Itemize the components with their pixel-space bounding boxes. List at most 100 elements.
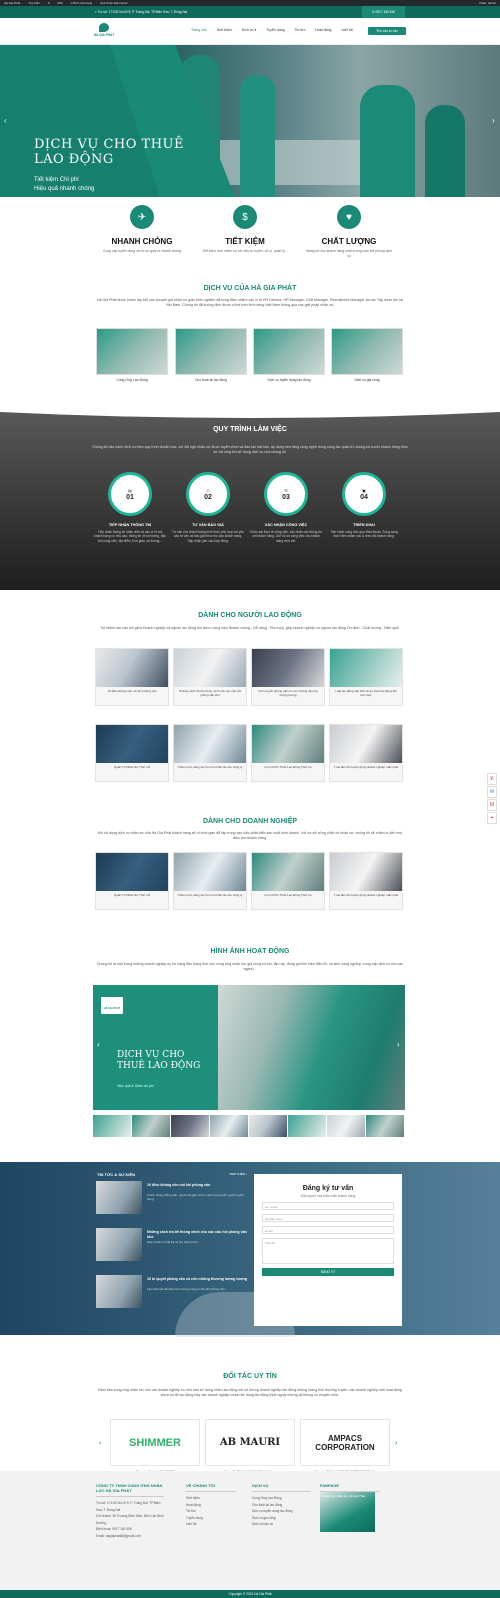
- chevron-right-icon[interactable]: ›: [397, 1040, 400, 1049]
- subject-field[interactable]: Tiêu đề: [262, 1238, 394, 1264]
- phone-icon[interactable]: ✆: [487, 773, 497, 785]
- footer-branch: Chi nhánh: 36 Trường Đình Kinh, Bến Cát,…: [96, 1514, 164, 1525]
- nav-item-news[interactable]: Tin tức: [290, 28, 311, 32]
- admin-item[interactable]: 0: [48, 1, 50, 5]
- partner-shimmer[interactable]: SHIMMER Công ty cổ phần SHIMMER: [110, 1419, 200, 1474]
- site-footer: CÔNG TY TNHH CUNG ỨNG NHÂN LỰC HÀ GIA PH…: [0, 1471, 500, 1590]
- process-top-wave: [0, 408, 500, 418]
- map-icon[interactable]: ⌖: [487, 812, 497, 824]
- article-card[interactable]: Quản Trị Nhân Sự Thời 4.0: [95, 724, 169, 782]
- admin-item[interactable]: Chỉnh sửa trang: [71, 1, 93, 5]
- article-card[interactable]: 7 sai lầm khi tuyển dụng doanh nghiệp mắ…: [329, 724, 403, 782]
- news-more-link[interactable]: XEM THÊM ›: [229, 1172, 247, 1177]
- admin-item[interactable]: Mới: [58, 1, 63, 5]
- process-section: QUY TRÌNH LÀM VIỆC Chúng tôi vận hành dị…: [0, 408, 500, 590]
- submit-button[interactable]: ĐĂNG KÝ: [262, 1268, 394, 1276]
- article-card[interactable]: 10 điều không nên nói khi phỏng vấn: [95, 648, 169, 706]
- name-field[interactable]: Họ và tên: [262, 1202, 394, 1210]
- article-card[interactable]: Chiến lược sáng tạo thu hút nhân tài cho…: [173, 852, 247, 910]
- messenger-icon[interactable]: ✉: [487, 786, 497, 798]
- article-title: Quản Trị Nhân Sự Thời 4.0: [113, 893, 151, 897]
- footer-about: VỀ CHÚNG TÔI Giới thiệu Hoạt động Tin tứ…: [186, 1483, 236, 1528]
- partner-abmauri[interactable]: AB MAURI Công Ty TNHH AB MAURI Việt Nam: [205, 1419, 295, 1474]
- nav-item-services[interactable]: Dịch vụ ▾: [237, 28, 261, 32]
- article-title: Quản Trị Nhân Sự Thời 4.0: [113, 765, 151, 769]
- workers-intro: Sứ Mệnh lao cầu nối giữa Doanh nghiệp và…: [100, 626, 400, 630]
- service-card[interactable]: Dịch vụ tuyển dụng lao động: [253, 328, 325, 382]
- email-field[interactable]: Email: [262, 1226, 394, 1234]
- step-number: 02: [204, 493, 212, 501]
- news-title[interactable]: 10 điều không nên nói khi phỏng vấn: [147, 1183, 247, 1188]
- admin-greeting[interactable]: Chào, admin: [479, 1, 496, 5]
- chevron-left-icon[interactable]: ‹: [97, 1040, 100, 1049]
- partner-ampacs[interactable]: AMPACS CORPORATION Công ty TNHH AMPACS I…: [300, 1419, 390, 1474]
- admin-item[interactable]: Tùy biến: [28, 1, 40, 5]
- footer-link[interactable]: Dịch vụ bảo vệ: [252, 1521, 310, 1528]
- gallery-thumb[interactable]: [288, 1115, 326, 1137]
- footer-company: CÔNG TY TNHH CUNG ỨNG NHÂN LỰC HÀ GIA PH…: [96, 1483, 164, 1539]
- nav-item-about[interactable]: Giới thiệu: [212, 28, 237, 32]
- news-item[interactable]: 10 bí quyết phỏng vấn có nên những thươn…: [96, 1275, 248, 1308]
- feature-title: NHANH CHÓNG: [111, 237, 173, 246]
- service-card[interactable]: Cho thuê lại lao động: [175, 328, 247, 382]
- hero-subtitle-line: Hiệu quả nhanh chóng: [34, 186, 95, 192]
- footer-email[interactable]: Email: hagiaphat68@gmail.com: [96, 1533, 164, 1540]
- nav-item-home[interactable]: Trang chủ: [186, 28, 212, 32]
- article-image: [96, 725, 168, 763]
- service-card[interactable]: Cung Ứng Lao Động: [96, 328, 168, 382]
- chevron-left-icon[interactable]: ‹: [99, 1440, 101, 1447]
- news-item[interactable]: 10 điều không nên nói khi phỏng vấn Chín…: [96, 1181, 248, 1214]
- article-card[interactable]: Luật lao động cần biết về an toàn lao độ…: [329, 648, 403, 706]
- article-card[interactable]: Chiến lược sáng tạo thu hút nhân tài cho…: [173, 724, 247, 782]
- step-text: Tư vấn cho khách hàng hình thức phù hợp …: [172, 530, 244, 543]
- article-card[interactable]: Lợi ích Khi Thuê Lao Động Thời Vụ: [251, 724, 325, 782]
- partner-logo: AMPACS CORPORATION: [300, 1419, 390, 1466]
- article-card[interactable]: 7 sai lầm khi tuyển dụng doanh nghiệp mắ…: [329, 852, 403, 910]
- admin-item[interactable]: Hà Gia Phát: [4, 1, 20, 5]
- nav-item-recruitment[interactable]: Tuyển dụng: [261, 28, 289, 32]
- article-image: [96, 853, 168, 891]
- feature-text: Mang tới cho khách hàng chất lượng cam k…: [306, 249, 392, 258]
- news-title[interactable]: 10 bí quyết phỏng vấn có nên những thươn…: [147, 1277, 247, 1282]
- chevron-left-icon[interactable]: ‹: [4, 116, 7, 125]
- chevron-right-icon[interactable]: ›: [492, 116, 495, 125]
- admin-item[interactable]: Giới thiệu Elementor: [100, 1, 127, 5]
- gallery-thumb[interactable]: [93, 1115, 131, 1137]
- feature-quality: ♥ CHẤT LƯỢNG Mang tới cho khách hàng chấ…: [304, 205, 394, 258]
- service-card[interactable]: Dịch vụ gia công: [331, 328, 403, 382]
- step-title: TƯ VẤN BÁO GIÁ: [192, 523, 224, 527]
- article-image: [252, 725, 324, 763]
- gallery-thumb[interactable]: [171, 1115, 209, 1137]
- article-title: Chiến lược sáng tạo thu hút nhân tài cho…: [177, 893, 243, 897]
- nav-item-contact[interactable]: Liên hệ: [336, 28, 357, 32]
- article-card[interactable]: 10 bí quyết phỏng vấn có nên những thươn…: [251, 648, 325, 706]
- article-card[interactable]: Lợi ích Khi Thuê Lao Động Thời Vụ: [251, 852, 325, 910]
- site-logo[interactable]: HÀ GIA PHÁT: [92, 23, 116, 40]
- footer-address: Trụ sở: 171/32 khu Đ 5, P. Trảng Dài, TP…: [96, 1501, 161, 1512]
- gallery-thumb[interactable]: [210, 1115, 248, 1137]
- nav-item-activities[interactable]: Hoạt động: [310, 28, 336, 32]
- article-card[interactable]: Những cách trả lời thông minh cho các câ…: [173, 648, 247, 706]
- gallery-thumb[interactable]: [249, 1115, 287, 1137]
- partners-title: ĐỐI TÁC UY TÍN: [223, 1373, 277, 1380]
- chevron-right-icon[interactable]: ›: [395, 1440, 397, 1447]
- consult-request-button[interactable]: Yêu cầu tư vấn: [368, 27, 406, 35]
- news-item[interactable]: Những cách trả lời thông minh cho các câ…: [96, 1228, 248, 1261]
- hotline[interactable]: ✆ 0917 180 456: [361, 6, 405, 18]
- news-title[interactable]: Những cách trả lời thông minh cho các câ…: [147, 1230, 247, 1239]
- footer-link[interactable]: Liên hệ: [186, 1521, 236, 1528]
- gallery-thumb[interactable]: [366, 1115, 404, 1137]
- fanpage-widget[interactable]: Cung ứng nhân lực Hà Gia Phát: [320, 1492, 375, 1532]
- article-card[interactable]: Quản Trị Nhân Sự Thời 4.0: [95, 852, 169, 910]
- news-header: TIN TỨC & SỰ KIỆN XEM THÊM ›: [97, 1172, 247, 1177]
- article-title: Lợi ích Khi Thuê Lao Động Thời Vụ: [264, 765, 312, 769]
- service-image: [175, 328, 247, 375]
- article-image: [96, 649, 168, 687]
- gallery-thumb[interactable]: [327, 1115, 365, 1137]
- gmail-icon[interactable]: M: [487, 799, 497, 811]
- phone-field[interactable]: Số điện thoại: [262, 1214, 394, 1222]
- gallery-thumb[interactable]: [132, 1115, 170, 1137]
- main-nav: Trang chủ Giới thiệu Dịch vụ ▾ Tuyển dụn…: [186, 28, 358, 32]
- fanpage-name: Cung ứng nhân lực Hà Gia Phát: [322, 1494, 366, 1498]
- copyright-bar: Copyright © 2021 Hà Gia Phát: [0, 1590, 500, 1598]
